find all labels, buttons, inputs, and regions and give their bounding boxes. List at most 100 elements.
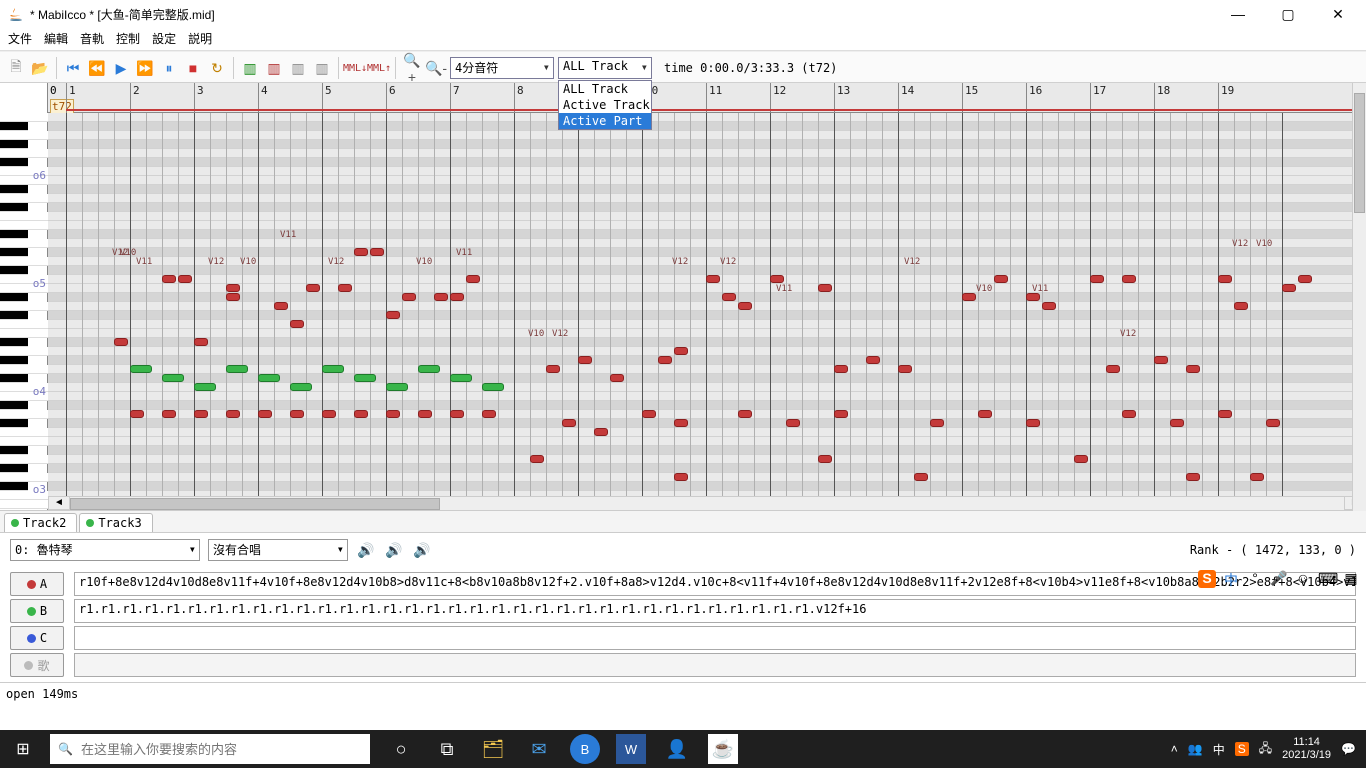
zoom-out-icon[interactable]: 🔍- <box>426 58 446 78</box>
java-app-icon[interactable]: ☕ <box>708 734 738 764</box>
mml-input-song <box>74 653 1356 677</box>
open-file-icon[interactable]: 📂 <box>30 58 50 78</box>
grid-viewport[interactable]: 0 t72 12345678910111213141516171819 V12V… <box>48 83 1366 510</box>
marker-2-icon[interactable]: ▥ <box>264 58 284 78</box>
horizontal-scrollbar[interactable] <box>70 496 1344 510</box>
menu-file[interactable]: 文件 <box>8 30 32 48</box>
sound-2-icon[interactable]: 🔊 <box>384 540 404 560</box>
menu-settings[interactable]: 設定 <box>152 30 176 48</box>
track-option-active-track[interactable]: Active Track <box>559 97 651 113</box>
taskbar-search[interactable]: 🔍 <box>50 734 370 764</box>
tray-notifications-icon[interactable]: 💬 <box>1341 742 1356 756</box>
menu-track[interactable]: 音軌 <box>80 30 104 48</box>
taskbar-search-input[interactable] <box>81 742 362 757</box>
status-bar: open 149ms <box>0 682 1366 704</box>
time-display: time 0:00.0/3:33.3 (t72) <box>664 61 837 75</box>
track-active-dot-icon <box>11 519 19 527</box>
ime-toolbar: S 中 ° 🎤 ☺ ⌨ ▦ <box>1198 570 1360 588</box>
baidu-icon[interactable]: B <box>570 734 600 764</box>
ime-apps-icon[interactable]: ▦ <box>1342 570 1360 588</box>
tray-network-icon[interactable]: 🖧 <box>1259 739 1272 760</box>
tab-track2[interactable]: Track2 <box>4 513 77 532</box>
ime-keyboard-icon[interactable]: ⌨ <box>1318 570 1336 588</box>
explorer-icon[interactable]: 🗂 <box>478 734 508 764</box>
window-title: * MabiIcco * [大鱼-简单完整版.mid] <box>30 6 1222 23</box>
ime-sogou-icon[interactable]: S <box>1198 570 1216 588</box>
marker-4-icon[interactable]: ▥ <box>312 58 332 78</box>
sound-1-icon[interactable]: 🔊 <box>356 540 376 560</box>
mml-input-c[interactable] <box>74 626 1356 650</box>
skip-start-icon[interactable]: ⏮ <box>63 58 83 78</box>
new-file-icon[interactable]: 🗎 <box>6 58 26 78</box>
hscroll-thumb[interactable] <box>70 498 440 510</box>
track-option-active-part[interactable]: Active Part <box>559 113 651 129</box>
stop-icon[interactable]: ■ <box>183 58 203 78</box>
tab-track3[interactable]: Track3 <box>79 513 152 532</box>
pause-icon[interactable]: ⏸ <box>159 58 179 78</box>
mml-import-icon[interactable]: MML↓ <box>345 58 365 78</box>
mml-panel: A r10f+8e8v12d4v10d8e8v11f+4v10f+8e8v12d… <box>0 567 1366 682</box>
octave-label-o5: o5 <box>33 277 46 290</box>
piano-roll-editor: o6 o5 o4 o3 0 t72 1234567891011121314151… <box>0 83 1366 511</box>
rank-display: Rank - ( 1472, 133, 0 ) <box>1190 543 1356 557</box>
tray-ime-icon[interactable]: 中 <box>1213 741 1225 758</box>
mml-label-b[interactable]: B <box>10 599 64 623</box>
ime-lang-icon[interactable]: 中 <box>1222 570 1240 588</box>
measure-ruler[interactable]: 0 t72 12345678910111213141516171819 <box>48 83 1366 113</box>
track-active-dot-icon <box>86 519 94 527</box>
ime-mic-icon[interactable]: 🎤 <box>1270 570 1288 588</box>
ime-punct-icon[interactable]: ° <box>1246 570 1264 588</box>
tray-sogou-icon[interactable]: S <box>1235 742 1249 756</box>
vertical-scrollbar[interactable] <box>1352 83 1366 511</box>
minimize-button[interactable]: — <box>1222 6 1254 23</box>
mml-label-a[interactable]: A <box>10 572 64 596</box>
track-filter-dropdown: ALL Track Active Track Active Part <box>558 80 652 130</box>
user-avatar-icon[interactable]: 👤 <box>662 734 692 764</box>
ime-emoji-icon[interactable]: ☺ <box>1294 570 1312 588</box>
mml-label-song: 歌 <box>10 653 64 677</box>
rewind-icon[interactable]: ⏪ <box>87 58 107 78</box>
menu-edit[interactable]: 編輯 <box>44 30 68 48</box>
cortana-icon[interactable]: ○ <box>386 734 416 764</box>
mail-icon[interactable]: ✉ <box>524 734 554 764</box>
search-icon: 🔍 <box>58 742 73 756</box>
maximize-button[interactable]: ▢ <box>1272 6 1304 23</box>
track-properties-row: 0: 魯特琴 沒有合唱 🔊 🔊 🔊 Rank - ( 1472, 133, 0 … <box>0 533 1366 567</box>
vscroll-thumb[interactable] <box>1354 93 1365 213</box>
note-grid[interactable]: V12V10V11V12V10V11V12V10V11V10V12V12V12V… <box>48 113 1366 496</box>
octave-label-o6: o6 <box>33 169 46 182</box>
track-tabs: Track2 Track3 <box>0 511 1366 533</box>
track-filter-combo[interactable]: ALL Track ALL Track Active Track Active … <box>558 57 652 79</box>
loop-icon[interactable]: ↻ <box>207 58 227 78</box>
menubar: 文件 編輯 音軌 控制 設定 説明 <box>0 28 1366 50</box>
word-icon[interactable]: W <box>616 734 646 764</box>
octave-label-o4: o4 <box>33 385 46 398</box>
mml-input-b[interactable]: r1.r1.r1.r1.r1.r1.r1.r1.r1.r1.r1.r1.r1.r… <box>74 599 1356 623</box>
menu-help[interactable]: 説明 <box>188 30 212 48</box>
fast-forward-icon[interactable]: ⏩ <box>135 58 155 78</box>
tray-people-icon[interactable]: 👥 <box>1188 742 1203 756</box>
start-button[interactable]: ⊞ <box>0 730 46 768</box>
octave-label-o3: o3 <box>33 483 46 496</box>
menu-control[interactable]: 控制 <box>116 30 140 48</box>
mml-input-a[interactable]: r10f+8e8v12d4v10d8e8v11f+4v10f+8e8v12d4v… <box>74 572 1356 596</box>
close-button[interactable]: ✕ <box>1322 6 1354 23</box>
note-length-combo[interactable]: 4分音符 <box>450 57 554 79</box>
play-icon[interactable]: ▶ <box>111 58 131 78</box>
chorus-combo[interactable]: 沒有合唱 <box>208 539 348 561</box>
tray-up-icon[interactable]: ˄ <box>1171 742 1178 756</box>
mml-label-c[interactable]: C <box>10 626 64 650</box>
hscroll-left-button[interactable]: ◄ <box>48 496 70 510</box>
tray-clock[interactable]: 11:14 2021/3/19 <box>1282 736 1331 762</box>
marker-1-icon[interactable]: ▥ <box>240 58 260 78</box>
piano-keyboard[interactable]: o6 o5 o4 o3 <box>0 83 48 510</box>
windows-taskbar: ⊞ 🔍 ○ ⧉ 🗂 ✉ B W 👤 ☕ ˄ 👥 中 S 🖧 11:14 2021… <box>0 730 1366 768</box>
tempo-marker[interactable]: t72 <box>50 99 74 114</box>
marker-3-icon[interactable]: ▥ <box>288 58 308 78</box>
mml-export-icon[interactable]: MML↑ <box>369 58 389 78</box>
taskview-icon[interactable]: ⧉ <box>432 734 462 764</box>
sound-3-icon[interactable]: 🔊 <box>412 540 432 560</box>
track-option-all[interactable]: ALL Track <box>559 81 651 97</box>
zoom-in-icon[interactable]: 🔍+ <box>402 58 422 78</box>
instrument-combo[interactable]: 0: 魯特琴 <box>10 539 200 561</box>
